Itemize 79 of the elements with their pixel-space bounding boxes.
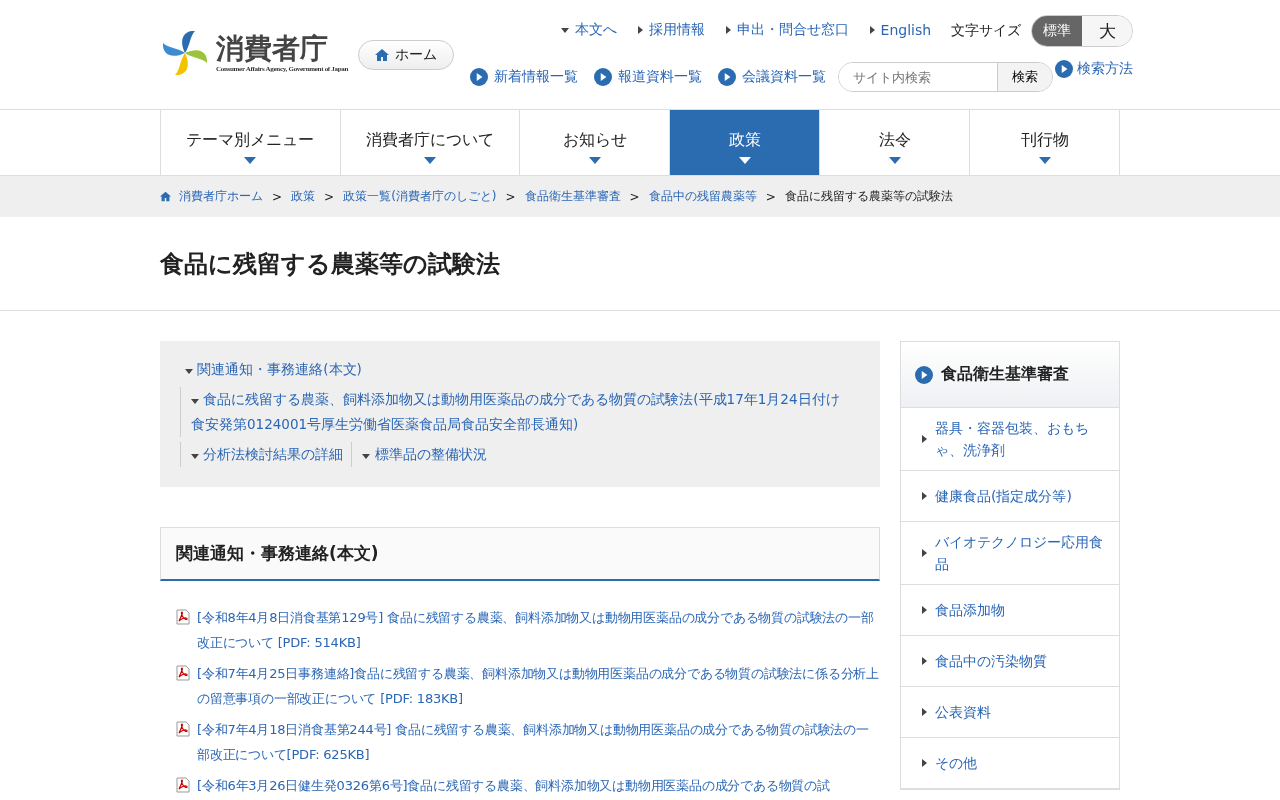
caret-right-icon (868, 25, 875, 34)
arrow-circle-icon (915, 365, 933, 384)
breadcrumb-separator: > (629, 189, 640, 204)
breadcrumb-link[interactable]: 食品衛生基準審査 (524, 188, 621, 205)
sidebar-title: 食品衛生基準審査 (941, 364, 1069, 385)
section-heading: 関連通知・事務連絡(本文) (160, 527, 880, 581)
breadcrumb-link[interactable]: 食品中の残留農薬等 (648, 188, 757, 205)
quick-link[interactable]: 会議資料一覧 (718, 68, 827, 86)
logo-icon (160, 28, 210, 78)
caret-down-icon (185, 368, 193, 374)
search-field[interactable]: サイト内検索 検索 (838, 62, 1054, 92)
caret-down-icon (424, 156, 437, 164)
breadcrumb-link[interactable]: 政策 (291, 188, 316, 205)
pdf-icon (175, 665, 191, 681)
home-icon (160, 191, 171, 202)
document-link[interactable]: [令和7年4月25日事務連絡]食品に残留する農薬、飼料添加物又は動物用医薬品の成分である物質の試験法に係る分析上の留意事項の一部改正について [PDF: 183KB] (197, 661, 880, 711)
document-link[interactable]: [令和7年4月18日消食基第244号] 食品に残留する農薬、飼料添加物又は動物用医薬品の成分である物質の試験法の一部改正について[PDF: 625KB] (197, 717, 880, 767)
sidebar-link[interactable]: 食品中の汚染物質 (901, 636, 1119, 687)
utility-link[interactable]: 本文へ (560, 20, 617, 39)
caret-down-icon (362, 453, 371, 459)
search-help-link[interactable]: 検索方法 (1055, 60, 1134, 78)
utility-link[interactable]: 採用情報 (636, 20, 705, 39)
caret-down-icon (1038, 156, 1051, 164)
sidebar-link[interactable]: 器具・容器包装、おもちゃ、洗浄剤 (901, 408, 1119, 471)
sidebar-link[interactable]: 食品添加物 (901, 585, 1119, 636)
arrow-circle-icon (1055, 60, 1074, 78)
document-link[interactable]: [令和6年3月26日健生発0326第6号]食品に残留する農薬、飼料添加物又は動物用医薬品の成分である物質の試 (197, 773, 830, 798)
caret-down-icon (738, 156, 751, 164)
caret-down-icon (588, 156, 601, 164)
font-size-button[interactable]: 標準 (1032, 16, 1083, 46)
caret-down-icon (244, 156, 257, 164)
search-button[interactable]: 検索 (997, 63, 1053, 91)
sidebar-link[interactable]: 公表資料 (901, 687, 1119, 738)
caret-right-icon (636, 25, 643, 34)
nav-tab[interactable]: 政策 (669, 110, 820, 175)
toc-link[interactable]: 関連通知・事務連絡(本文) (185, 357, 860, 382)
font-size-label: 文字サイズ (951, 21, 1022, 40)
page-title: 食品に残留する農薬等の試験法 (160, 248, 501, 280)
caret-right-icon (921, 657, 927, 665)
caret-down-icon (191, 398, 199, 404)
caret-right-icon (921, 708, 927, 716)
breadcrumb-separator: > (505, 189, 516, 204)
caret-right-icon (921, 759, 927, 767)
arrow-circle-icon (718, 68, 737, 86)
breadcrumb-current: 食品に残留する農薬等の試験法 (784, 188, 953, 205)
arrow-circle-icon (594, 68, 613, 86)
document-link[interactable]: [令和8年4月8日消食基第129号] 食品に残留する農薬、飼料添加物又は動物用医薬品の成分である物質の試験法の一部改正について [PDF: 514KB] (197, 605, 880, 655)
quick-link[interactable]: 報道資料一覧 (594, 68, 703, 86)
caret-right-icon (921, 549, 927, 557)
sidebar-link[interactable]: バイオテクノロジー応用食品 (901, 522, 1119, 585)
toc-link[interactable]: 分析法検討結果の詳細 (191, 442, 344, 467)
sidebar-link[interactable]: その他 (901, 738, 1119, 789)
home-icon (375, 48, 390, 62)
arrow-circle-icon (470, 68, 489, 86)
caret-down-icon (560, 26, 569, 33)
quick-link[interactable]: 新着情報一覧 (470, 68, 579, 86)
breadcrumb-separator: > (765, 189, 776, 204)
utility-link[interactable]: English (868, 21, 932, 38)
utility-link[interactable]: 申出・問合せ窓口 (724, 20, 849, 39)
caret-right-icon (724, 25, 731, 34)
breadcrumb-link[interactable]: 消費者庁ホーム (179, 188, 263, 205)
pdf-icon (175, 609, 191, 625)
caret-down-icon (888, 156, 901, 164)
toc-link[interactable]: 食品に残留する農薬、飼料添加物又は動物用医薬品の成分である物質の試験法(平成17年1月24日付け食安発第0124001号厚生労働省医薬食品局食品安全部長通知) (191, 387, 852, 437)
caret-right-icon (921, 606, 927, 614)
sidebar-link[interactable]: 健康食品(指定成分等) (901, 471, 1119, 522)
pdf-icon (175, 721, 191, 737)
breadcrumb-link[interactable]: 政策一覧(消費者庁のしごと) (343, 188, 497, 205)
font-size-button[interactable]: 大 (1082, 16, 1133, 46)
breadcrumb-separator: > (324, 189, 335, 204)
caret-right-icon (921, 492, 927, 500)
caret-down-icon (191, 453, 199, 459)
nav-tab[interactable]: 刊行物 (969, 110, 1120, 175)
breadcrumb-separator: > (272, 189, 283, 204)
caret-right-icon (921, 435, 927, 443)
logo-name: 消費者庁 (216, 33, 329, 65)
toc-link[interactable]: 標準品の整備状況 (362, 442, 487, 467)
home-button[interactable]: ホーム (358, 40, 455, 70)
pdf-icon (175, 777, 191, 793)
